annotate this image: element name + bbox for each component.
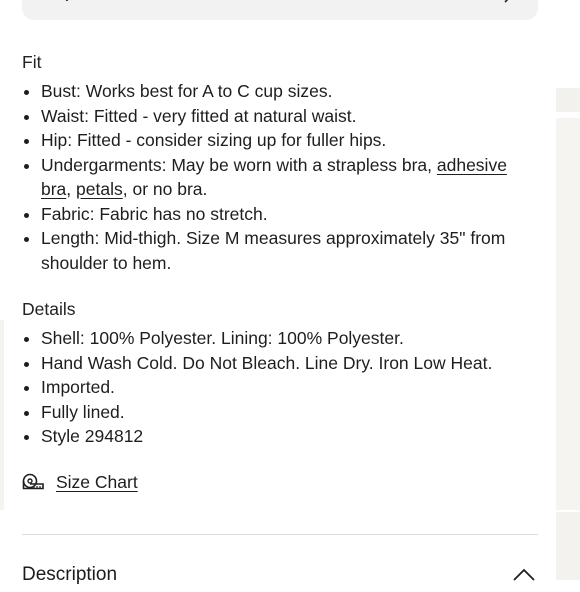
search-bar[interactable] [22,0,538,20]
list-item: Fully lined. [22,400,534,425]
undergarments-suffix: , or no bra. [122,179,208,199]
search-icon [65,0,68,1]
list-item: Fabric: Fabric has no stretch. [22,202,534,227]
background-strip [0,320,4,510]
measuring-tape-icon [22,473,44,490]
size-chart-link[interactable]: Size Chart [22,469,138,495]
description-title: Description [22,564,118,585]
description-accordion[interactable]: Description [22,562,538,592]
background-strip [556,118,580,510]
list-item: Imported. [22,375,534,400]
list-item: Length: Mid-thigh. Size M measures appro… [22,226,534,275]
undergarments-text: Undergarments: May be worn with a strapl… [41,154,437,175]
fit-list: Bust: Works best for A to C cup sizes. W… [22,79,534,275]
petals-link[interactable]: petals [76,179,123,199]
divider [22,534,538,535]
details-list: Shell: 100% Polyester. Lining: 100% Poly… [22,326,534,449]
list-item: Hand Wash Cold. Do Not Bleach. Line Dry.… [22,351,534,376]
list-item: Shell: 100% Polyester. Lining: 100% Poly… [22,326,534,351]
background-strip [556,88,580,112]
background-strip [556,512,580,580]
fit-section-title: Fit [22,52,42,72]
list-item: Undergarments: May be worn with a strapl… [22,153,534,202]
list-item: Bust: Works best for A to C cup sizes. [22,79,534,104]
list-item: Hip: Fitted - consider sizing up for ful… [22,128,534,153]
chevron-right-icon [504,0,509,3]
details-section-title: Details [22,299,76,319]
list-item: Style 294812 [22,424,534,449]
separator-text: , [66,179,77,199]
size-chart-label[interactable]: Size Chart [56,472,138,493]
list-item: Waist: Fitted - very fitted at natural w… [22,104,534,129]
